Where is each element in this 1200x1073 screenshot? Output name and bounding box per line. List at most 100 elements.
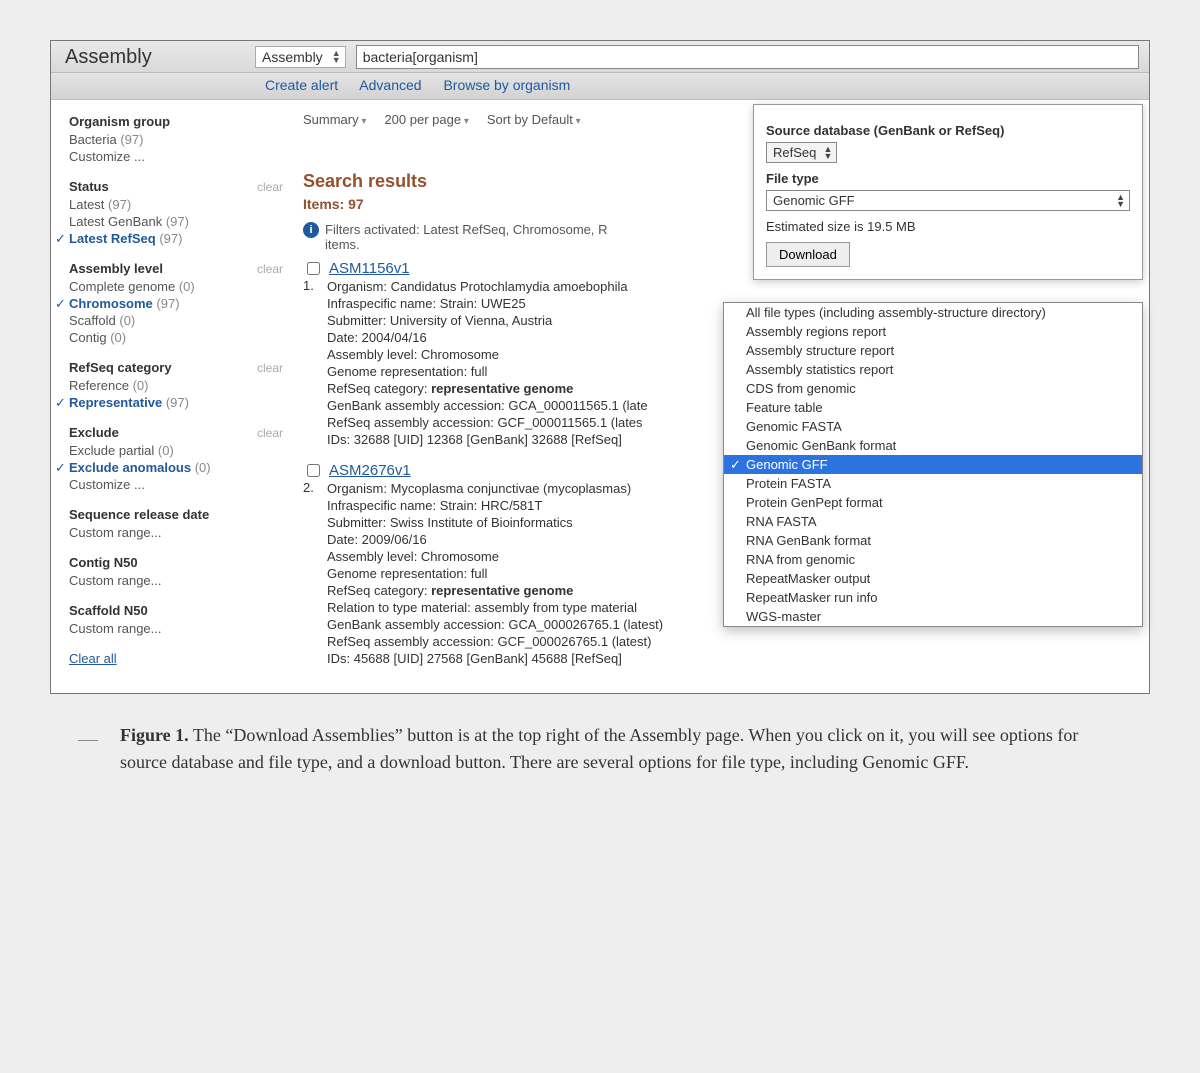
facet-clear[interactable]: clear — [257, 262, 283, 276]
facet-title: Contig N50 — [69, 555, 138, 570]
facet-head: Contig N50 — [69, 555, 283, 570]
filetype-option[interactable]: RepeatMasker output — [724, 569, 1142, 588]
result-line: Date: 2009/06/16 — [327, 531, 663, 548]
download-button[interactable]: Download — [766, 242, 850, 267]
facet-head: Scaffold N50 — [69, 603, 283, 618]
filetype-label: File type — [766, 171, 1130, 186]
search-input[interactable]: bacteria[organism] — [356, 45, 1139, 69]
figure-caption: — Figure 1. The “Download Assemblies” bu… — [50, 694, 1150, 786]
facet-item[interactable]: Reference (0) — [69, 377, 283, 394]
db-selector[interactable]: Assembly ▲▼ — [255, 46, 346, 68]
facet-head: Assembly level clear — [69, 261, 283, 276]
facet-clear[interactable]: clear — [257, 180, 283, 194]
filetype-option[interactable]: All file types (including assembly-struc… — [724, 303, 1142, 322]
result-line: Submitter: University of Vienna, Austria — [327, 312, 648, 329]
result-title-link[interactable]: ASM2676v1 — [329, 462, 411, 479]
filetype-option[interactable]: WGS-master — [724, 607, 1142, 626]
result-line: RefSeq assembly accession: GCF_000011565… — [327, 414, 648, 431]
perpage-dropdown[interactable]: 200 per page — [384, 112, 468, 127]
facet-group: Organism group Bacteria (97)Customize ... — [69, 114, 283, 165]
summary-dropdown[interactable]: Summary — [303, 112, 366, 127]
facet-head: Exclude clear — [69, 425, 283, 440]
facet-item[interactable]: Custom range... — [69, 572, 283, 589]
result-line: IDs: 32688 [UID] 12368 [GenBank] 32688 [… — [327, 431, 648, 448]
facet-item[interactable]: Representative (97) — [69, 394, 283, 411]
filetype-option[interactable]: Protein FASTA — [724, 474, 1142, 493]
link-advanced[interactable]: Advanced — [359, 77, 421, 93]
facet-head: Status clear — [69, 179, 283, 194]
result-line: Infraspecific name: Strain: UWE25 — [327, 295, 648, 312]
filetype-option[interactable]: Assembly regions report — [724, 322, 1142, 341]
filetype-option[interactable]: RNA FASTA — [724, 512, 1142, 531]
facet-head: Organism group — [69, 114, 283, 129]
facet-item[interactable]: Custom range... — [69, 524, 283, 541]
filetype-select[interactable]: Genomic GFF ▲▼ — [766, 190, 1130, 211]
filter-note-text: Filters activated: Latest RefSeq, Chromo… — [325, 222, 608, 252]
result-line: Assembly level: Chromosome — [327, 346, 648, 363]
result-title-link[interactable]: ASM1156v1 — [329, 260, 410, 277]
facet-item[interactable]: Exclude anomalous (0) — [69, 459, 283, 476]
result-line: RefSeq assembly accession: GCF_000026765… — [327, 633, 663, 650]
facet-item[interactable]: Contig (0) — [69, 329, 283, 346]
filetype-option[interactable]: RNA from genomic — [724, 550, 1142, 569]
result-line: GenBank assembly accession: GCA_00002676… — [327, 616, 663, 633]
facet-item[interactable]: Latest (97) — [69, 196, 283, 213]
facet-item[interactable]: Latest RefSeq (97) — [69, 230, 283, 247]
result-line: Genome representation: full — [327, 363, 648, 380]
result-details: Organism: Mycoplasma conjunctivae (mycop… — [327, 480, 663, 667]
filetype-option[interactable]: RNA GenBank format — [724, 531, 1142, 550]
result-checkbox[interactable] — [307, 464, 320, 477]
result-checkbox[interactable] — [307, 262, 320, 275]
filetype-option[interactable]: RepeatMasker run info — [724, 588, 1142, 607]
facet-group: Assembly level clear Complete genome (0)Ch… — [69, 261, 283, 346]
filetype-option[interactable]: Genomic GFF — [724, 455, 1142, 474]
chevron-updown-icon: ▲▼ — [1116, 194, 1125, 208]
filetype-option[interactable]: Assembly structure report — [724, 341, 1142, 360]
facet-item[interactable]: Exclude partial (0) — [69, 442, 283, 459]
filetype-option[interactable]: Genomic FASTA — [724, 417, 1142, 436]
download-popover: Source database (GenBank or RefSeq) RefS… — [753, 104, 1143, 280]
facet-sidebar: Organism groupBacteria (97)Customize ...… — [51, 100, 291, 693]
facet-group: Sequence release date Custom range... — [69, 507, 283, 541]
filetype-option[interactable]: Genomic GenBank format — [724, 436, 1142, 455]
clear-all-link[interactable]: Clear all — [69, 651, 117, 666]
source-db-value: RefSeq — [773, 145, 816, 160]
result-line: Infraspecific name: Strain: HRC/581T — [327, 497, 663, 514]
facet-item[interactable]: Scaffold (0) — [69, 312, 283, 329]
facet-item[interactable]: Customize ... — [69, 148, 283, 165]
result-line: GenBank assembly accession: GCA_00001156… — [327, 397, 648, 414]
result-line: IDs: 45688 [UID] 27568 [GenBank] 45688 [… — [327, 650, 663, 667]
filetype-option[interactable]: Protein GenPept format — [724, 493, 1142, 512]
filetype-dropdown-list[interactable]: All file types (including assembly-struc… — [723, 302, 1143, 627]
facet-title: Status — [69, 179, 109, 194]
source-db-label: Source database (GenBank or RefSeq) — [766, 123, 1130, 138]
sort-dropdown[interactable]: Sort by Default — [487, 112, 581, 127]
facet-group: Exclude clear Exclude partial (0)Exclude a… — [69, 425, 283, 493]
source-db-select[interactable]: RefSeq ▲▼ — [766, 142, 837, 163]
filetype-option[interactable]: Assembly statistics report — [724, 360, 1142, 379]
facet-item[interactable]: Complete genome (0) — [69, 278, 283, 295]
facet-title: Scaffold N50 — [69, 603, 148, 618]
result-line: Date: 2004/04/16 — [327, 329, 648, 346]
facet-item[interactable]: Bacteria (97) — [69, 131, 283, 148]
result-line: Organism: Candidatus Protochlamydia amoe… — [327, 278, 648, 295]
result-line: Assembly level: Chromosome — [327, 548, 663, 565]
facet-title: Organism group — [69, 114, 170, 129]
result-number: 2. — [303, 480, 321, 667]
facet-item[interactable]: Chromosome (97) — [69, 295, 283, 312]
facet-item[interactable]: Customize ... — [69, 476, 283, 493]
facet-title: Sequence release date — [69, 507, 209, 522]
facet-title: Assembly level — [69, 261, 163, 276]
filetype-option[interactable]: CDS from genomic — [724, 379, 1142, 398]
chevron-updown-icon: ▲▼ — [332, 50, 341, 64]
link-create-alert[interactable]: Create alert — [265, 77, 338, 93]
linkbar: Create alert Advanced Browse by organism — [51, 73, 1149, 100]
facet-title: Exclude — [69, 425, 119, 440]
facet-clear[interactable]: clear — [257, 361, 283, 375]
facet-item[interactable]: Custom range... — [69, 620, 283, 637]
facet-clear[interactable]: clear — [257, 426, 283, 440]
facet-item[interactable]: Latest GenBank (97) — [69, 213, 283, 230]
link-browse-organism[interactable]: Browse by organism — [443, 77, 570, 93]
filetype-option[interactable]: Feature table — [724, 398, 1142, 417]
topbar: Assembly Assembly ▲▼ bacteria[organism] — [51, 41, 1149, 73]
